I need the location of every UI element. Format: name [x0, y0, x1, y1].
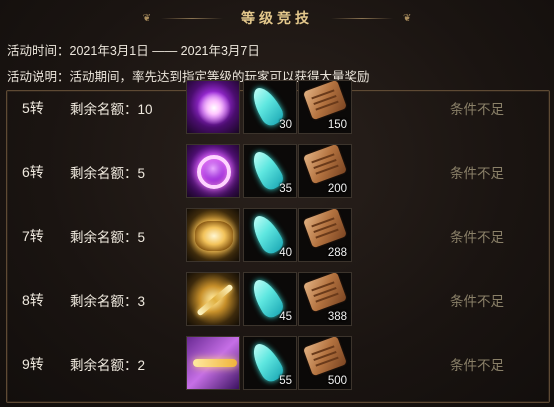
reward-item-slot[interactable]: 55: [243, 336, 297, 390]
rank-label: 8转: [22, 292, 44, 308]
golden-wings-icon: [195, 221, 233, 251]
scroll-icon: [302, 337, 348, 377]
quota-label: 剩余名额：3: [70, 294, 146, 309]
reward-item-slot[interactable]: [186, 272, 240, 326]
status-label: 条件不足: [450, 102, 504, 117]
reward-row: 5转 剩余名额：10 30 150 条件不足: [0, 78, 554, 134]
golden-sword-icon: [196, 283, 234, 317]
reward-item-slot[interactable]: 388: [298, 272, 352, 326]
quota-label: 剩余名额：5: [70, 166, 146, 181]
golden-key-icon: [193, 359, 237, 367]
reward-item-slot[interactable]: [186, 336, 240, 390]
status-label: 条件不足: [450, 166, 504, 181]
page-title: 等级竞技: [241, 11, 313, 27]
status-label: 条件不足: [450, 358, 504, 373]
reward-row: 6转 剩余名额：5 35 200 条件不足: [0, 142, 554, 198]
reward-row: 7转 剩余名额：5 40 288 条件不足: [0, 206, 554, 262]
activity-time: 活动时间：2021年3月1日 —— 2021年3月7日: [7, 40, 260, 59]
title-ornament-right-icon: ❦: [403, 12, 412, 24]
scroll-icon: [302, 81, 348, 121]
reward-item-slot[interactable]: 200: [298, 144, 352, 198]
reward-item-slot[interactable]: 150: [298, 80, 352, 134]
title-bar: ❦ 等级竞技 ❦: [0, 0, 554, 36]
item-quantity: 55: [279, 375, 292, 387]
reward-item-slot[interactable]: 288: [298, 208, 352, 262]
pink-ring-icon: [197, 155, 231, 189]
item-quantity: 500: [327, 375, 347, 387]
reward-row: 8转 剩余名额：3 45 388 条件不足: [0, 270, 554, 326]
title-divider-left: [161, 17, 223, 19]
item-quantity: 45: [279, 311, 292, 323]
title-divider-right: [331, 17, 393, 19]
scroll-icon: [302, 273, 348, 313]
status-label: 条件不足: [450, 230, 504, 245]
activity-time-value: 2021年3月1日 —— 2021年3月7日: [69, 44, 260, 58]
reward-item-slot[interactable]: [186, 208, 240, 262]
quota-label: 剩余名额：2: [70, 358, 146, 373]
scroll-icon: [302, 145, 348, 185]
item-quantity: 200: [327, 183, 347, 195]
reward-item-slot[interactable]: 40: [243, 208, 297, 262]
item-quantity: 40: [279, 247, 292, 259]
item-quantity: 30: [279, 119, 292, 131]
reward-row: 9转 剩余名额：2 55 500 条件不足: [0, 334, 554, 390]
reward-item-slot[interactable]: 500: [298, 336, 352, 390]
rank-label: 5转: [22, 100, 44, 116]
rank-label: 7转: [22, 228, 44, 244]
event-panel: ❦ 等级竞技 ❦ 活动时间：2021年3月1日 —— 2021年3月7日 活动说…: [0, 0, 554, 407]
reward-item-slot[interactable]: [186, 144, 240, 198]
quota-label: 剩余名额：10: [70, 102, 153, 117]
reward-item-slot[interactable]: 30: [243, 80, 297, 134]
rank-label: 9转: [22, 356, 44, 372]
scroll-icon: [302, 209, 348, 249]
purple-orb-icon: [197, 91, 231, 125]
status-label: 条件不足: [450, 294, 504, 309]
item-quantity: 288: [327, 247, 347, 259]
item-quantity: 150: [327, 119, 347, 131]
reward-item-slot[interactable]: 45: [243, 272, 297, 326]
quota-label: 剩余名额：5: [70, 230, 146, 245]
title-ornament-left-icon: ❦: [142, 12, 151, 24]
item-quantity: 388: [327, 311, 347, 323]
reward-item-slot[interactable]: [186, 80, 240, 134]
reward-item-slot[interactable]: 35: [243, 144, 297, 198]
rank-label: 6转: [22, 164, 44, 180]
item-quantity: 35: [279, 183, 292, 195]
activity-time-label: 活动时间：: [7, 44, 70, 58]
